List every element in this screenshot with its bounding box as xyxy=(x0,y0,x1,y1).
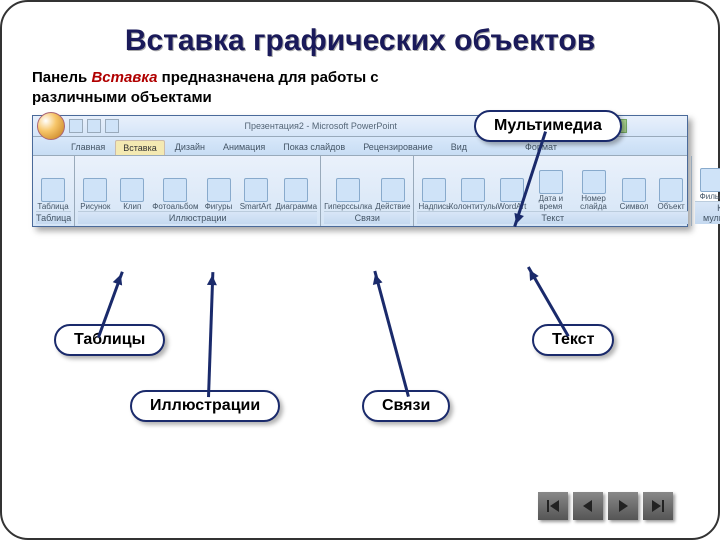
ribbon-button-label: Номер слайда xyxy=(573,195,614,211)
ribbon-button-label: Таблица xyxy=(37,203,68,211)
nav-prev-button[interactable] xyxy=(573,492,603,520)
ribbon-button[interactable]: Колонтитулы xyxy=(454,158,491,211)
ribbon-button-icon xyxy=(461,178,485,202)
ribbon-button-label: SmartArt xyxy=(240,203,272,211)
ribbon-button-label: Клип xyxy=(123,203,141,211)
ribbon-button-icon xyxy=(539,170,563,194)
ribbon-button-icon xyxy=(120,178,144,202)
ribbon-button-label: Диаграмма xyxy=(276,203,318,211)
ribbon-button-label: Действие xyxy=(375,203,410,211)
tab-review[interactable]: Рецензирование xyxy=(355,139,441,155)
callout-tables: Таблицы xyxy=(54,324,165,356)
ribbon-button-label: Надпись xyxy=(418,203,450,211)
ribbon-button-label: Объект xyxy=(657,203,684,211)
ribbon-button[interactable]: Клип xyxy=(115,158,149,211)
arrow xyxy=(373,271,410,397)
ribbon-button-label: Дата и время xyxy=(532,195,570,211)
ribbon-button-label: Фигуры xyxy=(205,203,233,211)
ribbon-button-icon xyxy=(422,178,446,202)
ribbon-group: ГиперссылкаДействиеСвязи xyxy=(321,156,414,226)
ribbon-group: ТаблицаТаблица xyxy=(33,156,75,226)
ribbon-button-icon xyxy=(244,178,268,202)
ribbon-button[interactable]: Таблица xyxy=(36,158,70,211)
ribbon-button-label: Символ xyxy=(620,203,649,211)
slide-title: Вставка графических объектов xyxy=(32,24,688,58)
ribbon-groups: ТаблицаТаблица Рисунок Клип Фотоальбом Фигур… xyxy=(33,156,687,226)
ribbon-button-label: Фильм xyxy=(700,193,720,201)
quick-access-toolbar xyxy=(69,119,119,133)
slide-frame: Вставка графических объектов Панель Вста… xyxy=(0,0,720,540)
ribbon-button[interactable]: Объект xyxy=(654,158,688,211)
ribbon-button[interactable]: Фильм xyxy=(695,158,720,201)
nav-next-button[interactable] xyxy=(608,492,638,520)
ribbon-button[interactable]: Действие xyxy=(375,158,410,211)
ribbon-group: Рисунок Клип Фотоальбом Фигуры SmartArt Диагр… xyxy=(75,156,321,226)
ribbon-button[interactable]: Рисунок xyxy=(78,158,112,211)
ribbon-group-name: Иллюстрации xyxy=(78,211,317,224)
ribbon-button-label: Гиперссылка xyxy=(324,203,372,211)
tab-home[interactable]: Главная xyxy=(63,139,113,155)
ribbon-group-name: Клипы мультимедиа xyxy=(695,201,720,224)
tab-slideshow[interactable]: Показ слайдов xyxy=(275,139,353,155)
tab-insert[interactable]: Вставка xyxy=(115,140,164,155)
callout-multimedia: Мультимедиа xyxy=(474,110,622,142)
ribbon-button-icon xyxy=(381,178,405,202)
ribbon-button[interactable]: Фигуры xyxy=(202,158,236,211)
ribbon-button[interactable]: Символ xyxy=(617,158,651,211)
ribbon-button[interactable]: SmartArt xyxy=(239,158,273,211)
tab-animation[interactable]: Анимация xyxy=(215,139,273,155)
ribbon-button-icon xyxy=(41,178,65,202)
ribbon-button-icon xyxy=(163,178,187,202)
office-button-icon xyxy=(37,112,65,140)
ribbon-group: ФильмЗвукКлипы мультимедиа xyxy=(692,156,720,226)
ribbon-button[interactable]: Диаграмма xyxy=(276,158,318,211)
ribbon-button-label: Колонтитулы xyxy=(449,203,498,211)
ribbon-group-name: Текст xyxy=(417,211,688,224)
tab-view[interactable]: Вид xyxy=(443,139,475,155)
ribbon-group-name: Таблица xyxy=(36,211,71,224)
ribbon-button-icon xyxy=(83,178,107,202)
tab-design[interactable]: Дизайн xyxy=(167,139,213,155)
ribbon-button[interactable]: Гиперссылка xyxy=(324,158,372,211)
ribbon-button-icon xyxy=(622,178,646,202)
ribbon-button-icon xyxy=(582,170,606,194)
ribbon-button[interactable]: Фотоальбом xyxy=(152,158,198,211)
ribbon-button-label: Рисунок xyxy=(80,203,110,211)
arrow xyxy=(207,272,214,397)
ribbon-group: НадписьКолонтитулыWordArtДата и времяНом… xyxy=(414,156,692,226)
nav-first-button[interactable] xyxy=(538,492,568,520)
ribbon-group-name: Связи xyxy=(324,211,410,224)
callout-text: Текст xyxy=(532,324,614,356)
ribbon-button[interactable]: Номер слайда xyxy=(573,158,614,211)
ribbon-button-label: Фотоальбом xyxy=(152,203,198,211)
ribbon-button-icon xyxy=(659,178,683,202)
ribbon-button[interactable]: Дата и время xyxy=(532,158,570,211)
callout-illustrations: Иллюстрации xyxy=(130,390,280,422)
ribbon-button-icon xyxy=(700,168,720,192)
ribbon-button[interactable]: Надпись xyxy=(417,158,451,211)
ribbon-button-icon xyxy=(207,178,231,202)
window-title: Презентация2 - Microsoft PowerPoint xyxy=(119,121,522,131)
ribbon-button-icon xyxy=(500,178,524,202)
ribbon-button-icon xyxy=(284,178,308,202)
description: Панель Вставка предназначена для работы … xyxy=(32,68,392,109)
nav-last-button[interactable] xyxy=(643,492,673,520)
ribbon-button-icon xyxy=(336,178,360,202)
